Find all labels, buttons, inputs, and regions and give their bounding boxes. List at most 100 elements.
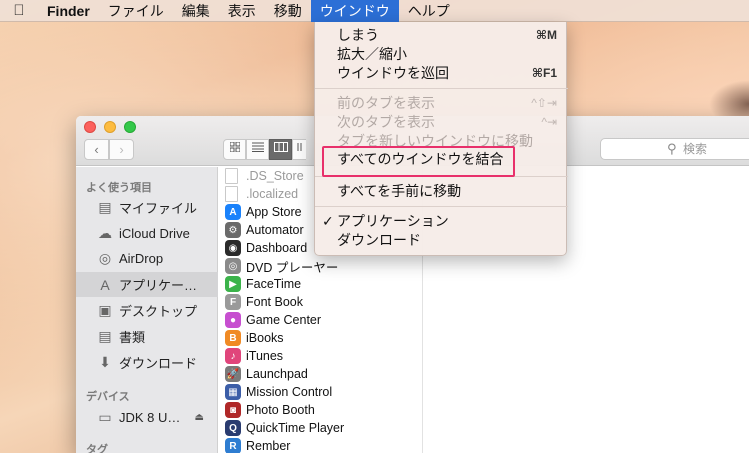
sidebar-item-desktop[interactable]: ▣ デスクトップ	[76, 298, 218, 323]
zoom-button[interactable]	[124, 121, 136, 133]
sidebar-header-tags: タグ	[86, 444, 108, 453]
menu-item-label: ウインドウを巡回	[337, 65, 449, 81]
sidebar-item-documents[interactable]: ▤ 書類	[76, 324, 218, 349]
launchpad-icon: 🚀	[225, 366, 241, 382]
menu-item-label: 前のタブを表示	[337, 95, 435, 111]
back-button[interactable]: ‹	[84, 139, 109, 160]
file-row[interactable]: ♪ iTunes	[219, 347, 423, 365]
column-view-button[interactable]	[269, 139, 292, 160]
menu-edit[interactable]: 編集	[173, 0, 219, 22]
menu-window[interactable]: ウインドウ	[310, 0, 399, 22]
grid-icon	[229, 141, 240, 153]
cover-flow-icon	[297, 143, 301, 151]
file-row[interactable]: ◙ Photo Booth	[219, 401, 423, 419]
sidebar-item-airdrop[interactable]: ◎ AirDrop	[76, 246, 218, 271]
menu-file[interactable]: ファイル	[99, 0, 173, 22]
menu-item-shortcut: ⌘M	[535, 28, 557, 42]
sidebar-item-label: AirDrop	[119, 251, 164, 266]
sidebar-item-downloads[interactable]: ⬇ ダウンロード	[76, 350, 218, 375]
file-name: iTunes	[246, 349, 284, 363]
cloud-icon: ☁	[98, 225, 112, 241]
menu-item-bring-all-to-front[interactable]: すべてを手前に移動	[315, 182, 568, 201]
menu-view[interactable]: 表示	[219, 0, 265, 22]
window-menu-dropdown: しまう ⌘M 拡大／縮小 ウインドウを巡回 ⌘F1 前のタブを表示 ^⇧⇥ 次の…	[314, 22, 568, 256]
quicktime-icon: Q	[225, 420, 241, 436]
itunes-icon: ♪	[225, 348, 241, 364]
wallpaper-shadow	[709, 80, 749, 120]
file-row[interactable]: ▦ Mission Control	[219, 383, 423, 401]
sidebar-item-all-files[interactable]: ▤ マイファイル	[76, 195, 218, 220]
search-icon: ⚲	[667, 141, 677, 156]
menu-item-cycle-windows[interactable]: ウインドウを巡回 ⌘F1	[315, 64, 568, 83]
sidebar-item-label: デスクトップ	[119, 304, 198, 319]
file-row[interactable]: BiBooks	[219, 329, 423, 347]
dvd-player-icon: ◎	[225, 258, 241, 274]
file-name: Launchpad	[246, 367, 308, 381]
file-row[interactable]: ▶ FaceTime	[219, 275, 423, 293]
minimize-button[interactable]	[104, 121, 116, 133]
checkmark-icon: ✓	[322, 213, 334, 229]
apple-icon[interactable]: 	[0, 2, 38, 19]
file-name: Photo Booth	[246, 403, 315, 417]
automator-icon: ⚙	[225, 222, 241, 238]
file-row[interactable]: 🚀 Launchpad	[219, 365, 423, 383]
menu-item-zoom[interactable]: 拡大／縮小	[315, 45, 568, 64]
all-files-icon: ▤	[98, 199, 112, 215]
sidebar-item-label: JDK 8 U…	[119, 410, 181, 425]
list-view-button[interactable]	[246, 139, 269, 160]
forward-button[interactable]: ›	[109, 139, 134, 160]
file-row[interactable]: R Rember	[219, 437, 423, 453]
menu-item-window-applications[interactable]: ✓ アプリケーション	[315, 212, 568, 231]
sidebar-item-applications[interactable]: A アプリケー…	[76, 272, 218, 297]
app-store-icon: A	[225, 204, 241, 220]
close-button[interactable]	[84, 121, 96, 133]
sidebar-item-icloud[interactable]: ☁ iCloud Drive	[76, 221, 218, 246]
file-name: App Store	[246, 205, 302, 219]
menu-go[interactable]: 移動	[265, 0, 311, 22]
file-row[interactable]: ◎ DVD プレーヤー	[219, 257, 423, 275]
menu-item-label: 次のタブを表示	[337, 114, 435, 130]
menu-item-minimize[interactable]: しまう ⌘M	[315, 26, 568, 45]
search-placeholder: 検索	[683, 142, 708, 156]
cover-flow-button[interactable]	[292, 139, 306, 160]
file-name: .localized	[246, 187, 299, 201]
facetime-icon: ▶	[225, 276, 241, 292]
menu-item-window-downloads[interactable]: ダウンロード	[315, 231, 568, 250]
menu-item-previous-tab[interactable]: 前のタブを表示 ^⇧⇥	[315, 94, 568, 113]
annotation-highlight-box	[322, 146, 515, 177]
disk-icon: ▭	[98, 409, 112, 425]
document-icon	[225, 186, 238, 202]
sidebar-item-label: ダウンロード	[119, 356, 198, 371]
list-icon	[251, 142, 264, 152]
file-name: .DS_Store	[246, 169, 304, 183]
sidebar-header-favorites: よく使う項目	[86, 182, 152, 194]
file-row[interactable]: ● Game Center	[219, 311, 423, 329]
menu-item-next-tab[interactable]: 次のタブを表示 ^⇥	[315, 113, 568, 132]
menu-item-label: 拡大／縮小	[337, 46, 407, 62]
mission-control-icon: ▦	[225, 384, 241, 400]
photo-booth-icon: ◙	[225, 402, 241, 418]
game-center-icon: ●	[225, 312, 241, 328]
sidebar-item-jdk[interactable]: ▭ JDK 8 U… ⏏	[76, 405, 218, 430]
sidebar-item-label: iCloud Drive	[119, 226, 190, 241]
search-field[interactable]: ⚲ 検索	[600, 138, 749, 160]
menu-bar:  Finder ファイル 編集 表示 移動 ウインドウ ヘルプ	[0, 0, 749, 22]
menu-finder[interactable]: Finder	[38, 0, 99, 22]
menu-item-shortcut: ^⇥	[541, 115, 557, 129]
file-name: Mission Control	[246, 385, 333, 399]
sidebar-item-label: マイファイル	[119, 201, 198, 216]
eject-icon[interactable]: ⏏	[195, 412, 204, 423]
file-name: iBooks	[246, 331, 284, 345]
icon-view-button[interactable]	[223, 139, 246, 160]
sidebar-item-label: アプリケー…	[119, 278, 198, 293]
menu-item-label: アプリケーション	[337, 213, 449, 229]
file-row[interactable]: Q QuickTime Player	[219, 419, 423, 437]
menu-help[interactable]: ヘルプ	[399, 0, 459, 22]
sidebar: よく使う項目 ▤ マイファイル ☁ iCloud Drive ◎ AirDrop…	[76, 167, 218, 453]
documents-icon: ▤	[98, 328, 112, 344]
desktop-icon: ▣	[98, 302, 112, 318]
file-name: Font Book	[246, 295, 303, 309]
airdrop-icon: ◎	[98, 250, 112, 266]
file-row[interactable]: F Font Book	[219, 293, 423, 311]
file-name: Dashboard	[246, 241, 308, 255]
